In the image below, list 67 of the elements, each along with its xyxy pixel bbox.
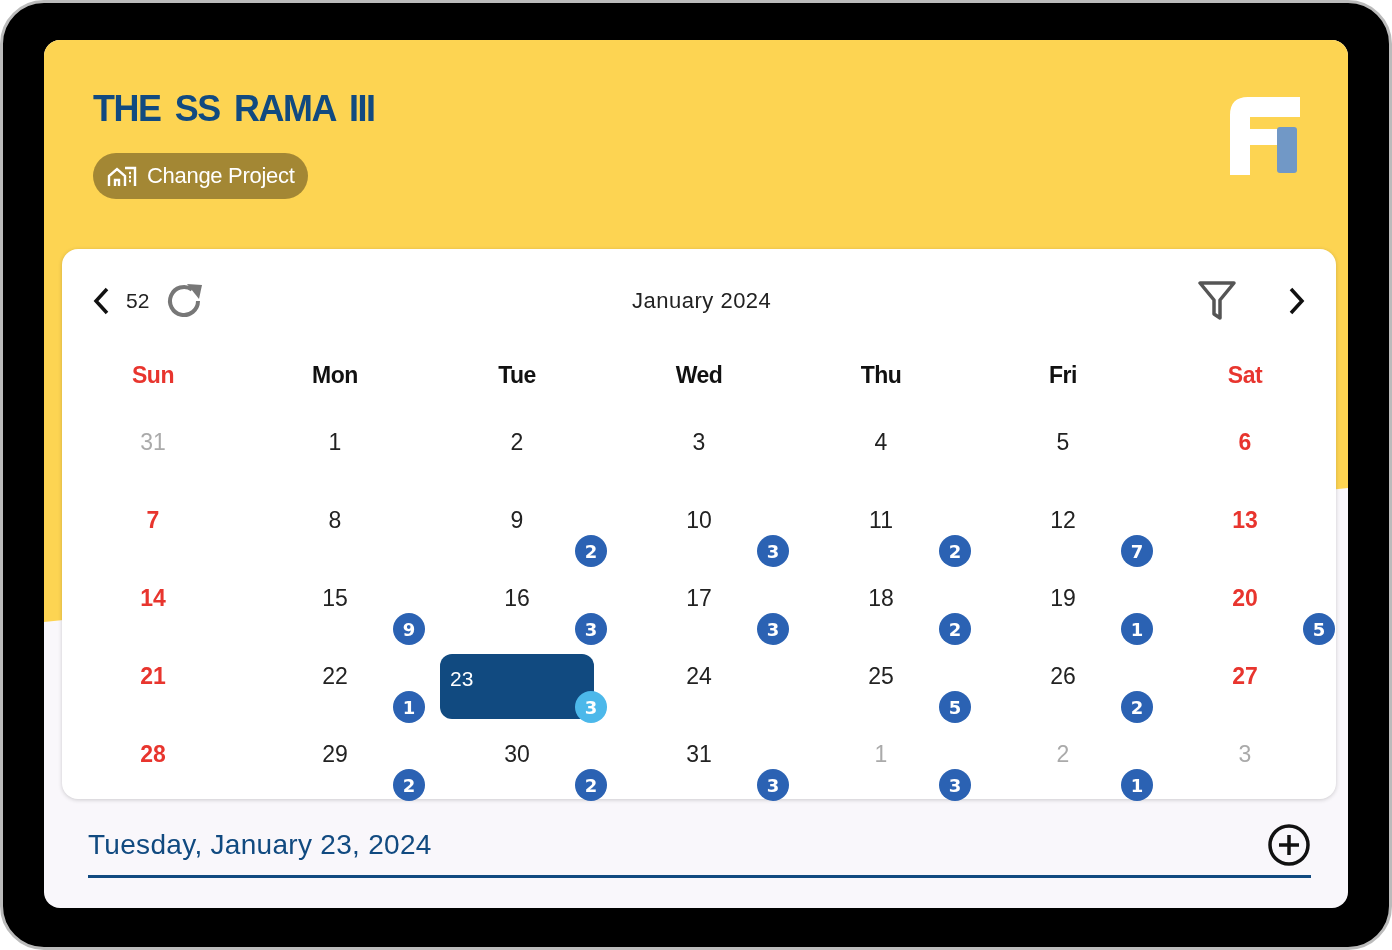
day-number[interactable]: 13: [1232, 505, 1258, 535]
day-number[interactable]: 10: [686, 505, 712, 535]
event-count-badge: 2: [1121, 691, 1153, 723]
add-icon: [1267, 823, 1311, 867]
day-number[interactable]: 22: [322, 661, 348, 691]
day-number[interactable]: 28: [140, 739, 166, 769]
day-number[interactable]: 4: [874, 427, 888, 457]
add-event-button[interactable]: [1267, 823, 1311, 867]
event-count-badge: 3: [757, 535, 789, 567]
day-number[interactable]: 19: [1050, 583, 1076, 613]
day-number[interactable]: 11: [869, 505, 893, 535]
day-number[interactable]: 29: [322, 739, 348, 769]
weekday-label: Sat: [1226, 361, 1264, 390]
event-count-badge: 3: [939, 769, 971, 801]
event-count-badge: 3: [757, 613, 789, 645]
day-number[interactable]: 1: [328, 427, 342, 457]
event-count-badge: 5: [939, 691, 971, 723]
event-count-badge: 3: [757, 769, 789, 801]
day-number[interactable]: 31: [686, 739, 712, 769]
day-number[interactable]: 8: [328, 505, 342, 535]
day-number[interactable]: 26: [1050, 661, 1076, 691]
day-number[interactable]: 30: [504, 739, 530, 769]
day-number: 23: [450, 666, 474, 692]
day-number[interactable]: 3: [692, 427, 706, 457]
weekday-label: Wed: [674, 361, 724, 390]
selected-date: Tuesday, January 23, 2024: [88, 829, 432, 861]
event-count-badge: 3: [575, 613, 607, 645]
week-number: 52: [126, 289, 150, 313]
day-number[interactable]: 17: [686, 583, 712, 613]
event-count-badge: 1: [1121, 613, 1153, 645]
weekday-label: Mon: [311, 361, 359, 390]
event-count-badge: 3: [575, 691, 607, 723]
event-count-badge: 2: [393, 769, 425, 801]
weekday-label: Tue: [497, 361, 537, 390]
filter-button[interactable]: [1198, 280, 1236, 322]
day-number[interactable]: 9: [510, 505, 524, 535]
day-number[interactable]: 14: [140, 583, 166, 613]
weekday-label: Thu: [859, 361, 903, 390]
event-count-badge: 2: [575, 769, 607, 801]
day-number[interactable]: 5: [1056, 427, 1070, 457]
day-number[interactable]: 12: [1050, 505, 1076, 535]
event-count-badge: 7: [1121, 535, 1153, 567]
day-number[interactable]: 7: [146, 505, 160, 535]
event-count-badge: 2: [939, 535, 971, 567]
logo-icon: [1230, 97, 1300, 175]
weekday-label: Sun: [131, 361, 175, 390]
day-number[interactable]: 24: [686, 661, 712, 691]
day-number[interactable]: 6: [1238, 427, 1252, 457]
event-count-badge: 1: [1121, 769, 1153, 801]
filter-icon: [1198, 280, 1236, 322]
day-number[interactable]: 21: [140, 661, 166, 691]
month-title: January 2024: [631, 288, 773, 314]
day-number[interactable]: 20: [1232, 583, 1258, 613]
event-count-badge: 2: [575, 535, 607, 567]
day-number[interactable]: 25: [868, 661, 894, 691]
day-number[interactable]: 15: [322, 583, 348, 613]
event-count-badge: 5: [1303, 613, 1335, 645]
event-count-badge: 2: [939, 613, 971, 645]
project-title: THE SS RAMA III: [93, 90, 375, 128]
weekday-label: Fri: [1048, 361, 1078, 390]
day-number[interactable]: 27: [1232, 661, 1258, 691]
building-icon: [107, 164, 137, 188]
event-count-badge: 1: [393, 691, 425, 723]
day-number[interactable]: 16: [504, 583, 530, 613]
day-number[interactable]: 2: [510, 427, 524, 457]
day-number[interactable]: 18: [868, 583, 894, 613]
event-count-badge: 9: [393, 613, 425, 645]
